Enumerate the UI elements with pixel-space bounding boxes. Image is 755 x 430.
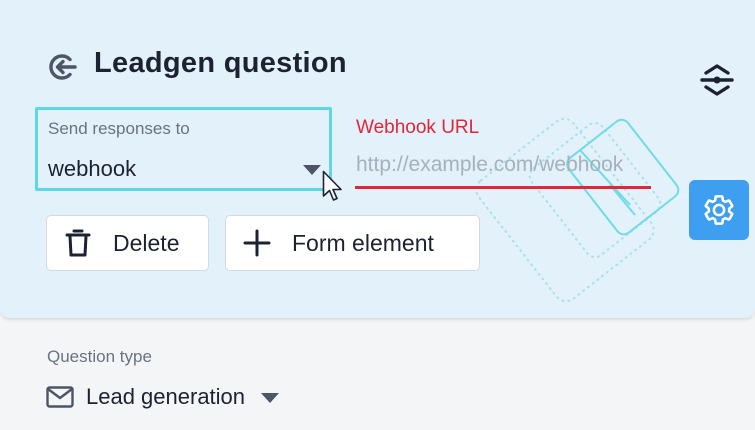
- webhook-url-error-underline: [355, 186, 651, 189]
- delete-label: Delete: [113, 229, 180, 256]
- question-card: Leadgen question Send responses to webho…: [0, 0, 755, 318]
- webhook-url-input[interactable]: [356, 148, 652, 182]
- settings-button[interactable]: [689, 180, 749, 240]
- delete-button[interactable]: Delete: [46, 215, 209, 271]
- envelope-icon: [46, 386, 74, 408]
- form-element-label: Form element: [292, 229, 434, 256]
- webhook-url-label: Webhook URL: [356, 117, 480, 138]
- collapse-icon[interactable]: [697, 60, 737, 100]
- chevron-down-icon[interactable]: [303, 165, 321, 175]
- decorative-tag-illustration: [475, 117, 680, 303]
- send-responses-label: Send responses to: [48, 119, 190, 138]
- exit-circle-icon: [49, 54, 77, 80]
- trash-icon: [65, 229, 91, 257]
- send-responses-select[interactable]: Send responses to webhook: [35, 107, 332, 191]
- plus-icon: [243, 229, 271, 257]
- question-type-value: Lead generation: [86, 384, 246, 409]
- question-type-label: Question type: [47, 347, 152, 366]
- chevron-down-icon[interactable]: [261, 393, 280, 403]
- send-responses-value: webhook: [48, 156, 137, 181]
- gear-icon: [704, 195, 734, 225]
- page-title: Leadgen question: [94, 47, 347, 79]
- question-type-select[interactable]: Lead generation: [46, 380, 280, 414]
- mouse-pointer-icon: [322, 170, 342, 201]
- add-form-element-button[interactable]: Form element: [225, 215, 480, 271]
